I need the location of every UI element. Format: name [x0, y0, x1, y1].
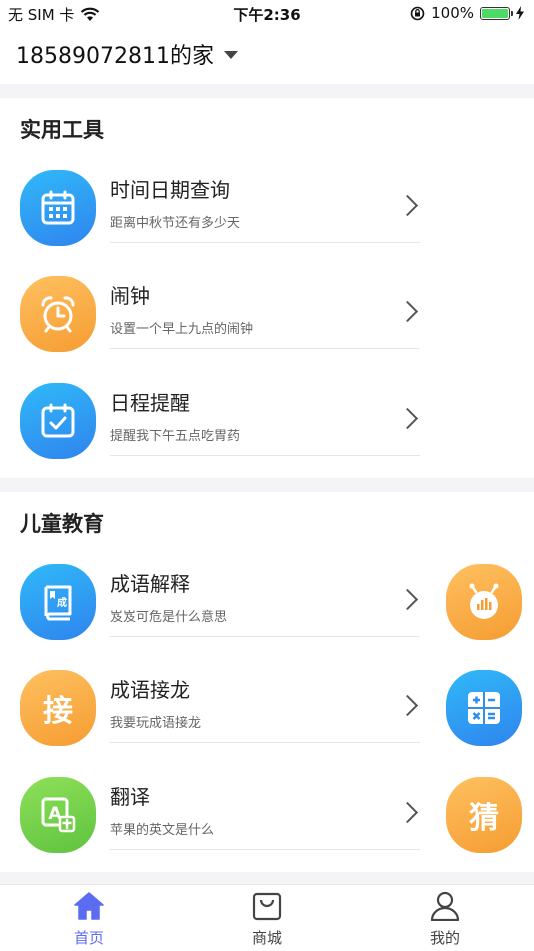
alarm-clock-icon: [20, 276, 96, 352]
list-item-idiom-explain[interactable]: 成 成语解释 岌岌可危是什么意思: [0, 554, 430, 650]
home-selector[interactable]: 18589072811的家: [16, 38, 238, 70]
section-divider: [0, 84, 534, 98]
list-item-date-query[interactable]: 时间日期查询 距离中秋节还有多少天: [0, 160, 430, 256]
orientation-lock-icon: [410, 6, 425, 20]
item-subtitle: 苹果的英文是什么: [110, 823, 215, 838]
chevron-right-icon: [396, 588, 419, 611]
status-bar: 无 SIM 卡 下午2:36 100%: [0, 0, 534, 28]
guess-glyph: 猜: [469, 801, 499, 836]
list-item-schedule-reminder[interactable]: 日程提醒 提醒我下午五点吃胃药: [0, 373, 430, 469]
list-item-idiom-chain[interactable]: 接 成语接龙 我要玩成语接龙: [0, 660, 430, 756]
chevron-right-icon: [396, 801, 419, 824]
item-title: 日程提醒: [110, 391, 190, 415]
row-divider: [110, 348, 420, 349]
chevron-right-icon: [396, 300, 419, 323]
section-divider: [0, 478, 534, 492]
idiom-chain-glyph: 接: [43, 694, 73, 729]
item-subtitle: 距离中秋节还有多少天: [110, 216, 241, 231]
tab-label: 首页: [73, 929, 104, 947]
battery-fill: [482, 8, 508, 18]
item-subtitle: 设置一个早上九点的闹钟: [110, 322, 254, 337]
row-divider: [110, 242, 420, 243]
item-title: 成语接龙: [110, 678, 190, 702]
idiom-chain-icon: 接: [20, 670, 96, 746]
charging-icon: [516, 6, 524, 20]
battery-icon: [480, 6, 513, 20]
tab-label: 我的: [429, 929, 460, 947]
section-title-tools: 实用工具: [20, 118, 104, 142]
item-title: 闹钟: [110, 284, 150, 308]
tab-bar: 首页 商城 我的: [0, 884, 534, 951]
status-right: 100%: [410, 4, 524, 22]
calendar-check-icon: [20, 383, 96, 459]
row-divider: [110, 636, 420, 637]
item-title: 翻译: [110, 785, 150, 809]
translate-icon: A: [20, 777, 96, 853]
guess-icon[interactable]: 猜: [446, 777, 522, 853]
chevron-right-icon: [396, 194, 419, 217]
row-divider: [110, 849, 420, 850]
list-item-alarm[interactable]: 闹钟 设置一个早上九点的闹钟: [0, 266, 430, 362]
item-subtitle: 我要玩成语接龙: [110, 716, 202, 731]
book-icon: 成: [20, 564, 96, 640]
caret-down-icon: [223, 51, 238, 59]
row-divider: [110, 455, 420, 456]
section-title-education: 儿童教育: [20, 512, 104, 536]
tab-home[interactable]: 首页: [44, 891, 134, 948]
section-divider: [0, 872, 534, 884]
shopping-bag-icon: [252, 892, 282, 921]
tab-profile[interactable]: 我的: [400, 891, 490, 948]
home-icon: [74, 892, 104, 920]
row-divider: [110, 742, 420, 743]
music-robot-icon[interactable]: [446, 564, 522, 640]
calendar-icon: [20, 170, 96, 246]
item-title: 时间日期查询: [110, 178, 230, 202]
user-icon: [430, 891, 460, 922]
book-glyph: 成: [57, 596, 67, 609]
list-item-translate[interactable]: A 翻译 苹果的英文是什么: [0, 767, 430, 863]
tab-label: 商城: [251, 929, 282, 947]
calculator-icon[interactable]: [446, 670, 522, 746]
home-title: 18589072811的家: [16, 44, 214, 69]
item-title: 成语解释: [110, 572, 190, 596]
tab-mall[interactable]: 商城: [222, 891, 312, 948]
chevron-right-icon: [396, 407, 419, 430]
item-subtitle: 岌岌可危是什么意思: [110, 610, 228, 625]
chevron-right-icon: [396, 694, 419, 717]
battery-percent: 100%: [431, 4, 474, 22]
item-subtitle: 提醒我下午五点吃胃药: [110, 429, 241, 444]
